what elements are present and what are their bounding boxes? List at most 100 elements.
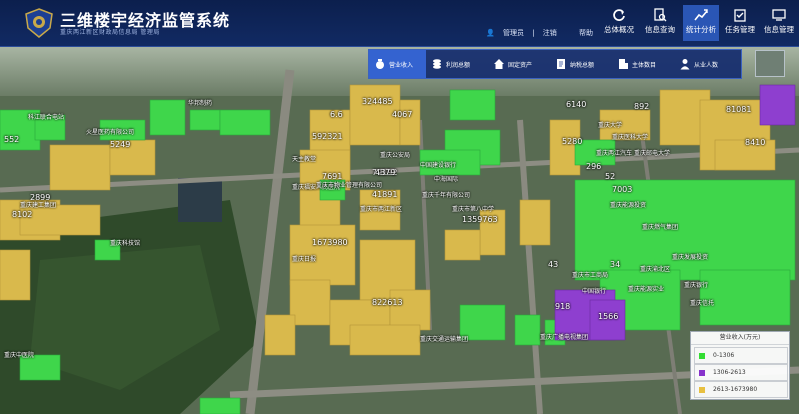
toolbar-profit-button[interactable]: 利润总额 [431,50,486,78]
building-value-label: 1359763 [462,215,498,224]
legend-swatch-purple [699,369,705,376]
toolbar-label: 从业人数 [694,61,719,69]
building-value-label: 34 [610,260,621,269]
legend-label: 0-1306 [713,352,735,359]
refresh-icon [613,9,625,21]
place-name-label: 中国建设银行 [420,162,457,169]
toolbar-label: 营业收入 [389,61,414,69]
place-name-label: 重庆能源投资 [610,202,647,209]
place-name-label: 华邦制药 [188,100,213,107]
place-name-label: 重庆中医院 [4,352,35,359]
user-area: 👤 管理员 | 注销 帮助 [486,28,599,38]
statistics-toolbar: 营业收入 利润总额 固定资产 纳税总额 主体数目 从业人数 [368,49,742,79]
help-link[interactable]: 帮助 [579,29,593,37]
building-value-label: 6140 [566,100,587,109]
place-name-label: 重庆公安局 [380,152,411,159]
nav-label: 信息查询 [645,25,675,34]
place-name-label: 中海国际 [434,176,459,183]
coins-icon [433,59,441,69]
revenue-legend: 营业收入(万元) 0-1306 1306-2613 2613-1673980 [690,331,790,400]
building-value-label: 4379 [375,168,396,177]
place-name-label: 重庆能源实业 [628,286,665,293]
legend-item: 0-1306 [694,347,788,364]
nav-tasks[interactable]: 任务管理 [722,5,758,41]
police-badge-logo-icon [25,8,53,38]
building-value-label: 7003 [612,185,633,194]
user-name[interactable]: 管理员 [503,29,524,37]
legend-swatch-yellow [699,386,705,393]
building-value-label: 296 [586,162,602,171]
toolbar-tax-button[interactable]: 纳税总额 [555,50,610,78]
building-value-label: 43 [548,260,559,269]
toolbar-entity-count-button[interactable]: 主体数目 [617,50,672,78]
place-name-label: 火星医药有限公司 [86,129,135,136]
nav-label: 信息管理 [764,25,794,34]
nav-overview[interactable]: 总体概况 [601,5,637,41]
building-value-label: 81081 [726,105,752,114]
building-value-label: 8410 [745,138,766,147]
top-header-bar: 三维楼宇经济监管系统 重庆两江新区财政局信息局 管理局 👤 管理员 | 注销 帮… [0,0,799,47]
legend-swatch-green [699,352,705,359]
place-name-label: 重庆大学 [598,122,623,129]
place-name-label: 重庆发展投资 [672,254,709,261]
building-value-label: 52 [605,172,616,181]
place-name-label: 重庆市物业管理有限公司 [316,182,383,189]
nav-info-query[interactable]: 信息查询 [642,5,678,41]
place-name-label: 重庆两江汽车 [596,150,633,157]
legend-item: 1306-2613 [694,364,788,381]
toolbar-revenue-button[interactable]: 营业收入 [369,50,426,78]
divider: | [532,29,535,37]
place-name-label: 重庆市第八中学 [452,206,495,213]
building-value-label: 41891 [372,190,398,199]
building-value-label: 5249 [110,140,131,149]
building-value-label: 6.6 [330,110,343,119]
place-name-label: 重庆交通运输集团 [420,336,469,343]
monitor-icon [772,9,786,21]
place-name-label: 重庆千年有限公司 [422,192,471,199]
nav-statistics[interactable]: 统计分析 [683,5,719,41]
place-name-label: 重庆广播电视集团 [540,334,589,341]
toolbar-employees-button[interactable]: 从业人数 [679,50,737,78]
place-name-label: 重庆信托 [690,300,715,307]
place-name-label: 重庆日报 [292,256,317,263]
building-value-label: 592321 [312,132,343,141]
map-thumbnail[interactable] [755,50,785,77]
place-name-label: 重庆银行 [684,282,709,289]
toolbar-label: 主体数目 [632,61,657,69]
place-name-label: 重庆市工商局 [572,272,609,279]
money-bag-icon [376,59,384,69]
legend-item: 2613-1673980 [694,381,788,398]
building-value-label: 892 [634,102,650,111]
building-icon [619,59,628,69]
building-value-label: 4067 [392,110,413,119]
building-value-label: 324485 [362,97,393,106]
user-icon: 👤 [486,29,495,37]
nav-label: 总体概况 [604,25,634,34]
legend-title: 营业收入(万元) [691,332,789,345]
document-search-icon [654,8,667,22]
nav-label: 统计分析 [686,25,716,34]
building-value-label: 1566 [598,312,619,321]
legend-label: 2613-1673980 [713,386,758,393]
toolbar-fixed-assets-button[interactable]: 固定资产 [493,50,548,78]
house-icon [494,59,504,69]
building-value-label: 5280 [562,137,583,146]
logout-link[interactable]: 注销 [543,29,557,37]
place-name-label: 中国银行 [582,288,607,295]
nav-label: 任务管理 [725,25,755,34]
place-name-label: 重庆医科大学 [612,134,649,141]
toolbar-label: 固定资产 [508,61,533,69]
place-name-label: 重庆渝北区 [640,266,671,273]
nav-info-manage[interactable]: 信息管理 [761,5,797,41]
toolbar-label: 利润总额 [446,61,471,69]
building-value-label: 1673980 [312,238,348,247]
building-value-label: 8102 [12,210,33,219]
tax-form-icon [557,59,565,69]
legend-label: 1306-2613 [713,369,746,376]
place-name-label: 科江联合电站 [28,114,65,121]
place-name-label: 重庆建工集团 [20,202,57,209]
building-value-label: 552 [4,135,20,144]
place-name-label: 天主教堂 [292,156,317,163]
building-value-label: 918 [555,302,571,311]
person-icon [680,59,690,70]
